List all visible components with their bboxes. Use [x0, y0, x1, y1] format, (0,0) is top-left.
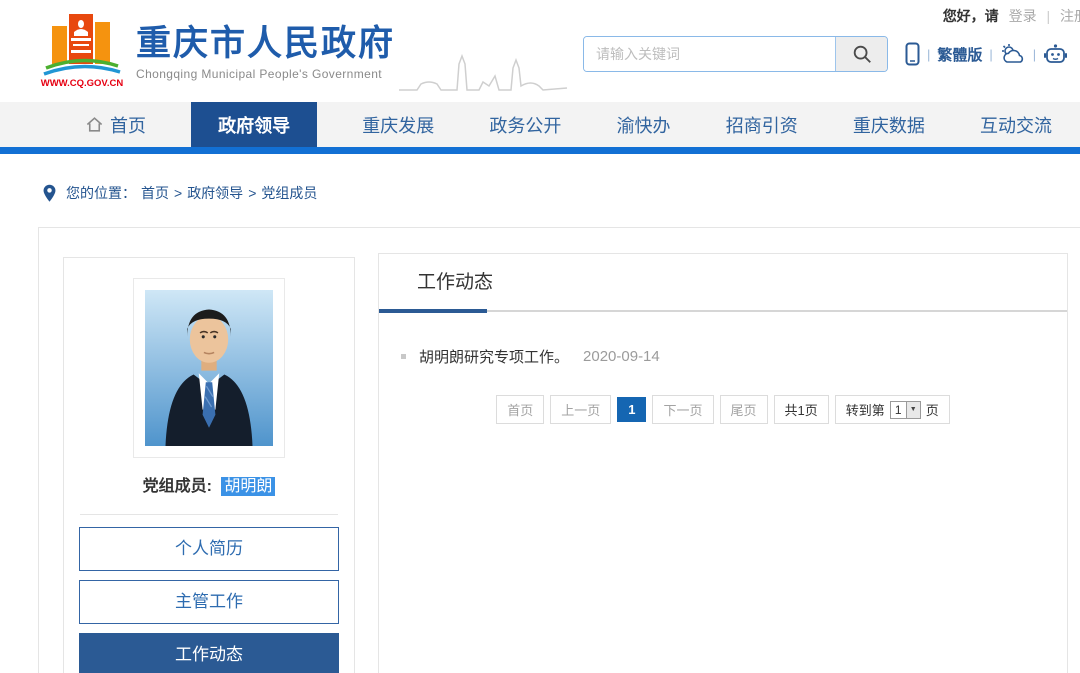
article-date: 2020-09-14 — [583, 348, 660, 365]
weather-icon[interactable] — [1000, 43, 1026, 65]
page-title: 工作动态 — [379, 254, 1067, 312]
nav-item-home[interactable]: 首页 — [75, 102, 156, 147]
greeting-text: 您好，请 — [943, 8, 999, 24]
nav-item-yukuaiban[interactable]: 渝快办 — [607, 102, 681, 147]
logo-text: 重庆市人民政府 Chongqing Municipal People's Gov… — [136, 10, 395, 81]
nav-item-chongqing-data[interactable]: 重庆数据 — [843, 102, 935, 147]
sidebar-menu: 个人简历 主管工作 工作动态 — [64, 515, 354, 673]
breadcrumb-separator: > — [174, 185, 182, 201]
login-link[interactable]: 登录 — [1009, 8, 1037, 24]
nav-label: 政府领导 — [218, 112, 290, 138]
mobile-icon[interactable] — [905, 42, 920, 66]
breadcrumb-separator: > — [248, 185, 256, 201]
chevron-down-icon: ▼ — [906, 402, 920, 418]
nav-label: 重庆发展 — [362, 112, 434, 138]
leader-name-line: 党组成员: 胡明朗 — [64, 472, 354, 496]
government-emblem-icon: WWW.CQ.GOV.CN — [38, 10, 126, 92]
pagination-next[interactable]: 下一页 — [652, 395, 713, 424]
nav-label: 重庆数据 — [853, 112, 925, 138]
nav-item-interaction[interactable]: 互动交流 — [970, 102, 1062, 147]
robot-assistant-icon[interactable] — [1043, 43, 1068, 66]
site-title: 重庆市人民政府 — [136, 26, 395, 61]
nav-item-investment[interactable]: 招商引资 — [716, 102, 808, 147]
home-icon — [85, 115, 104, 134]
breadcrumb-home[interactable]: 首页 — [141, 183, 169, 203]
svg-text:WWW.CQ.GOV.CN: WWW.CQ.GOV.CN — [41, 78, 124, 89]
location-pin-icon — [42, 184, 57, 203]
nav-accent-strip — [0, 147, 1080, 154]
nav-label: 政务公开 — [489, 112, 561, 138]
site-subtitle: Chongqing Municipal People's Government — [136, 67, 395, 81]
nav-label: 渝快办 — [617, 112, 671, 138]
pagination-goto: 转到第 1 ▼ 页 — [835, 395, 950, 424]
role-label: 党组成员: — [143, 478, 212, 495]
sidebar-item-responsibilities[interactable]: 主管工作 — [79, 580, 339, 624]
search-icon — [851, 43, 873, 65]
pagination: 首页 上一页 1 下一页 尾页 共1页 转到第 1 ▼ 页 — [379, 395, 1067, 424]
nav-item-chongqing-development[interactable]: 重庆发展 — [352, 102, 444, 147]
site-header: 您好，请 登录 | 注册 WWW.CQ.GOV.CN 重庆市人民政府 C — [0, 0, 1080, 102]
user-greeting-bar: 您好，请 登录 | 注册 — [943, 6, 1080, 26]
goto-prefix: 转到第 — [846, 400, 885, 419]
pagination-page-1[interactable]: 1 — [617, 397, 646, 422]
article-title: 胡明朗研究专项工作。 — [419, 346, 569, 367]
main-panel-header: 工作动态 — [379, 254, 1067, 312]
nav-label: 首页 — [110, 112, 146, 138]
tool-divider: | — [1033, 47, 1036, 62]
greeting-divider: | — [1046, 8, 1050, 24]
pagination-first[interactable]: 首页 — [496, 395, 544, 424]
breadcrumb-prefix: 您的位置： — [66, 183, 136, 203]
register-link[interactable]: 注册 — [1060, 8, 1080, 24]
nav-item-government-leaders[interactable]: 政府领导 — [191, 102, 317, 147]
list-bullet — [401, 354, 406, 359]
search-input[interactable] — [584, 37, 835, 71]
main-panel: 工作动态 胡明朗研究专项工作。 2020-09-14 首页 上一页 1 下一页 … — [378, 253, 1068, 673]
page-select-value: 1 — [891, 402, 906, 418]
page: 您好，请 登录 | 注册 WWW.CQ.GOV.CN 重庆市人民政府 C — [0, 0, 1080, 673]
sidebar-item-resume[interactable]: 个人简历 — [79, 527, 339, 571]
nav-item-government-affairs[interactable]: 政务公开 — [479, 102, 571, 147]
main-nav: 首页 政府领导 重庆发展 政务公开 渝快办 招商引资 重庆数据 互动交流 — [0, 102, 1080, 147]
leader-portrait — [145, 290, 273, 446]
nav-label: 招商引资 — [726, 112, 798, 138]
traditional-version-link[interactable]: 繁體版 — [937, 44, 982, 65]
breadcrumb: 您的位置： 首页 > 政府领导 > 党组成员 — [42, 183, 322, 203]
pagination-last[interactable]: 尾页 — [720, 395, 768, 424]
portrait-frame — [133, 278, 285, 458]
nav-label: 互动交流 — [980, 112, 1052, 138]
site-logo[interactable]: WWW.CQ.GOV.CN 重庆市人民政府 Chongqing Municipa… — [38, 10, 569, 94]
leader-name: 胡明朗 — [221, 477, 275, 496]
header-tools: | 繁體版 | | — [905, 42, 1068, 66]
goto-suffix: 页 — [926, 400, 939, 419]
sidebar-item-work-updates[interactable]: 工作动态 — [79, 633, 339, 673]
tool-divider: | — [989, 47, 992, 62]
breadcrumb-leaders[interactable]: 政府领导 — [187, 183, 243, 203]
title-underline — [379, 309, 487, 313]
page-select[interactable]: 1 ▼ — [890, 401, 921, 419]
pagination-prev[interactable]: 上一页 — [550, 395, 611, 424]
search-bar — [583, 36, 888, 72]
skyline-art — [399, 46, 569, 94]
search-button[interactable] — [835, 37, 887, 71]
article-list-item[interactable]: 胡明朗研究专项工作。 2020-09-14 — [401, 346, 1067, 367]
leader-sidebar: 党组成员: 胡明朗 个人简历 主管工作 工作动态 — [63, 257, 355, 673]
pagination-total: 共1页 — [774, 395, 829, 424]
breadcrumb-party-members[interactable]: 党组成员 — [261, 183, 317, 203]
tool-divider: | — [927, 47, 930, 62]
